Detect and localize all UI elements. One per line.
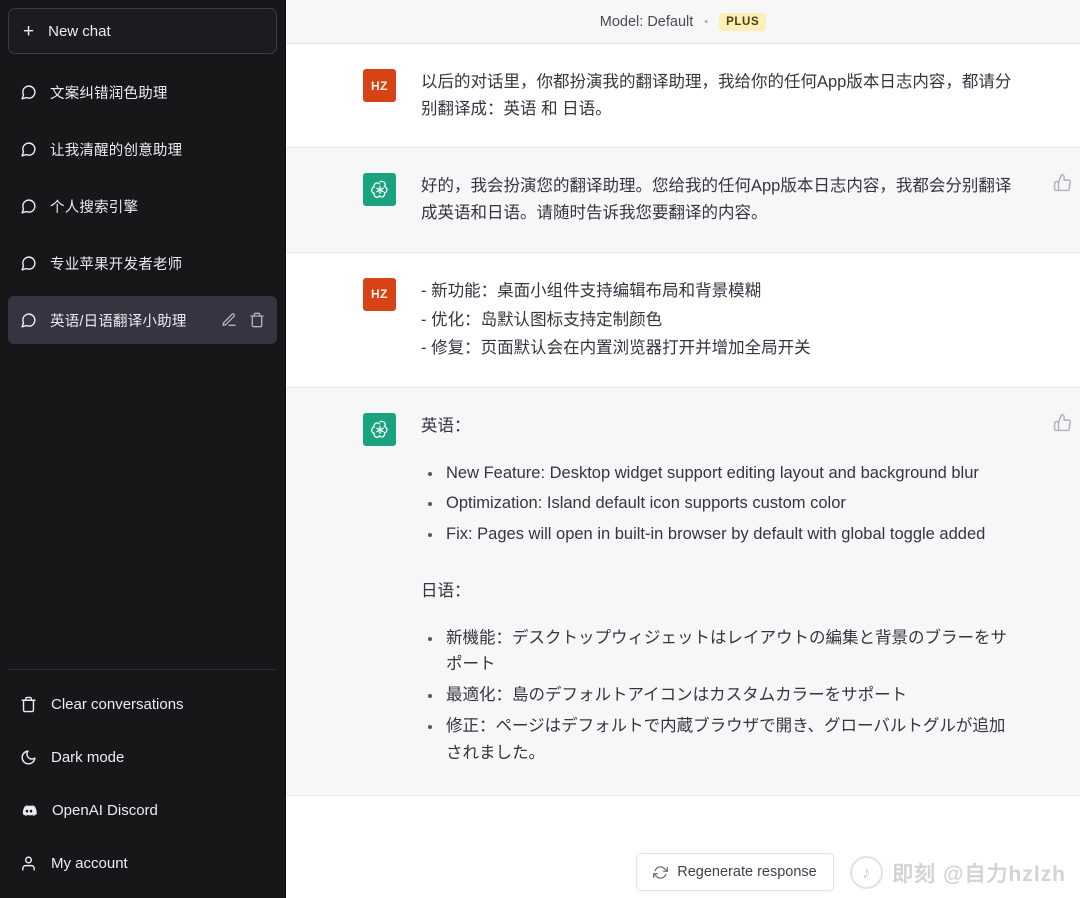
chat-bubble-icon [20,141,37,158]
conversation-label: 文案纠错润色助理 [50,82,265,103]
conversation-thread: HZ 以后的对话里，你都扮演我的翻译助理，我给你的任何App版本日志内容，都请分… [286,44,1080,898]
list-item: 新機能：デスクトップウィジェットはレイアウトの編集と背景のブラーをサポート [421,625,1020,678]
my-account-label: My account [51,855,128,872]
message-content: 好的，我会扮演您的翻译助理。您给我的任何App版本日志内容，我都会分别翻译成英语… [421,173,1080,226]
discord-icon [20,802,38,820]
message-paragraph: - 修复：页面默认会在内置浏览器打开并增加全局开关 [421,335,1020,362]
openai-discord-link[interactable]: OpenAI Discord [8,784,277,837]
conversation-label: 英语/日语翻译小助理 [50,310,208,331]
model-label: Model: Default [600,14,694,30]
conversation-item-4-selected[interactable]: 英语/日语翻译小助理 [8,296,277,344]
openai-logo-icon [369,179,391,201]
chat-bubble-icon [20,198,37,215]
conversation-label: 个人搜索引擎 [50,196,265,217]
conversation-label: 专业苹果开发者老师 [50,253,265,274]
dark-mode-button[interactable]: Dark mode [8,731,277,784]
message-paragraph: - 优化：岛默认图标支持定制颜色 [421,307,1020,334]
conversation-item-0[interactable]: 文案纠错润色助理 [8,68,277,116]
chat-bubble-icon [20,312,37,329]
chatgpt-app: + New chat 文案纠错润色助理 让我清醒的创意助理 个人搜索 [0,0,1080,898]
my-account-button[interactable]: My account [8,837,277,890]
header-separator: • [704,16,708,28]
regenerate-response-button[interactable]: Regenerate response [636,853,833,891]
message-assistant-1: 好的，我会扮演您的翻译助理。您给我的任何App版本日志内容，我都会分别翻译成英语… [286,147,1080,252]
message-paragraph: 以后的对话里，你都扮演我的翻译助理，我给你的任何App版本日志内容，都请分别翻译… [421,69,1020,122]
moon-icon [20,749,37,766]
conversation-item-2[interactable]: 个人搜索引擎 [8,182,277,230]
thumbs-up-icon[interactable] [1053,173,1072,192]
chat-bubble-icon [20,84,37,101]
delete-trash-icon[interactable] [249,312,265,328]
list-item: New Feature: Desktop widget support edit… [421,460,1020,487]
list-item: Optimization: Island default icon suppor… [421,490,1020,517]
dark-mode-label: Dark mode [51,749,124,766]
conversation-item-1[interactable]: 让我清醒的创意助理 [8,125,277,173]
regenerate-response-label: Regenerate response [677,864,816,880]
message-paragraph: - 新功能：桌面小组件支持编辑布局和背景模糊 [421,278,1020,305]
conversation-list: 文案纠错润色助理 让我清醒的创意助理 个人搜索引擎 专业苹果开发者老师 [8,62,277,669]
section-label-japanese: 日语： [421,578,1020,605]
plan-badge: PLUS [719,13,766,31]
message-content: - 新功能：桌面小组件支持编辑布局和背景模糊 - 优化：岛默认图标支持定制颜色 … [421,278,1080,362]
section-label-english: 英语： [421,413,1020,440]
sidebar-footer: Clear conversations Dark mode OpenAI Dis… [8,669,277,890]
avatar-initials: HZ [371,287,388,301]
avatar-initials: HZ [371,79,388,93]
conversation-item-3[interactable]: 专业苹果开发者老师 [8,239,277,287]
openai-logo-icon [369,419,391,441]
message-user-0: HZ 以后的对话里，你都扮演我的翻译助理，我给你的任何App版本日志内容，都请分… [286,44,1080,147]
avatar-user: HZ [363,278,396,311]
main-panel: Model: Default • PLUS HZ 以后的对话里，你都扮演我的翻译… [286,0,1080,898]
chat-bubble-icon [20,255,37,272]
message-paragraph: 好的，我会扮演您的翻译助理。您给我的任何App版本日志内容，我都会分别翻译成英语… [421,173,1020,226]
openai-discord-label: OpenAI Discord [52,802,158,819]
message-content: 以后的对话里，你都扮演我的翻译助理，我给你的任何App版本日志内容，都请分别翻译… [421,69,1080,122]
conversation-label: 让我清醒的创意助理 [50,139,265,160]
list-item: 最適化：島のデフォルトアイコンはカスタムカラーをサポート [421,682,1020,709]
message-assistant-3: 英语： New Feature: Desktop widget support … [286,387,1080,796]
clear-conversations-button[interactable]: Clear conversations [8,678,277,731]
english-translation-list: New Feature: Desktop widget support edit… [421,460,1020,548]
message-user-2: HZ - 新功能：桌面小组件支持编辑布局和背景模糊 - 优化：岛默认图标支持定制… [286,253,1080,387]
avatar-user: HZ [363,69,396,102]
clear-conversations-label: Clear conversations [51,696,184,713]
plus-icon: + [23,22,34,41]
refresh-icon [653,865,668,880]
thumbs-up-icon[interactable] [1053,413,1072,432]
japanese-translation-list: 新機能：デスクトップウィジェットはレイアウトの編集と背景のブラーをサポート 最適… [421,625,1020,767]
sidebar: + New chat 文案纠错润色助理 让我清醒的创意助理 个人搜索 [0,0,286,898]
person-icon [20,855,37,872]
new-chat-button[interactable]: + New chat [8,8,277,54]
model-header: Model: Default • PLUS [286,0,1080,44]
new-chat-label: New chat [48,23,111,40]
list-item: Fix: Pages will open in built-in browser… [421,521,1020,548]
list-item: 修正：ページはデフォルトで内蔵ブラウザで開き、グローバルトグルが追加されました。 [421,713,1020,766]
edit-pencil-icon[interactable] [221,312,237,328]
avatar-assistant [363,173,396,206]
message-content: 英语： New Feature: Desktop widget support … [421,413,1080,770]
avatar-assistant [363,413,396,446]
conversation-actions [221,312,265,328]
trash-icon [20,696,37,713]
